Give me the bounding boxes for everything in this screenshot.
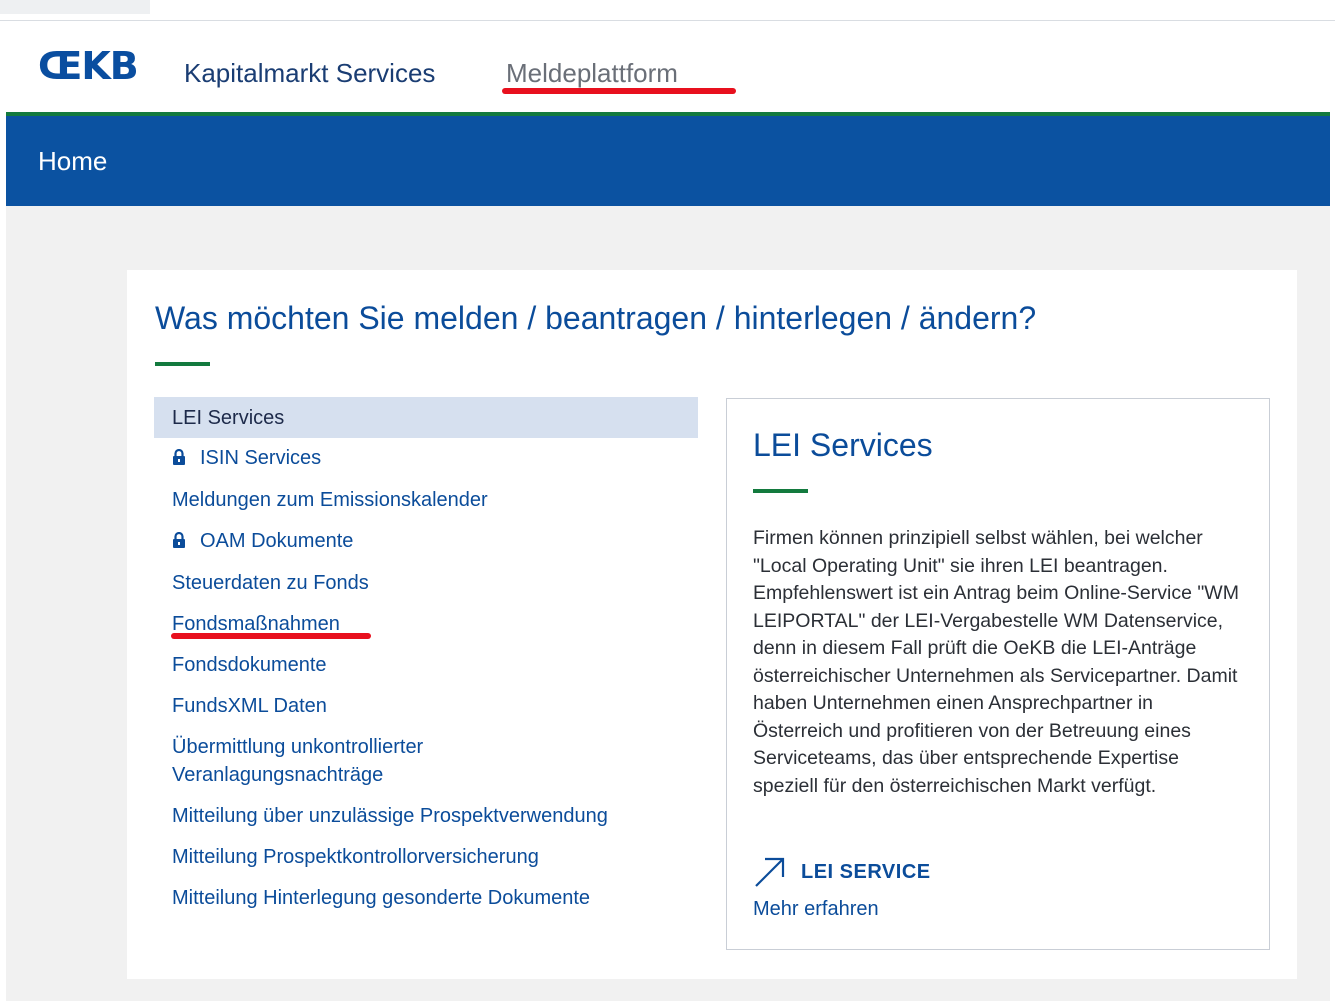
home-link[interactable]: Home: [38, 146, 107, 176]
menu-item-isin-services[interactable]: ISIN Services: [154, 438, 698, 480]
menu-item-label: Übermittlung unkontrollierter Veranlagun…: [172, 736, 424, 786]
home-bar: Home: [6, 116, 1330, 206]
menu-item-prospektverwendung[interactable]: Mitteilung über unzulässige Prospektverw…: [154, 796, 698, 837]
info-description: Firmen können prinzipiell selbst wählen,…: [753, 527, 1239, 797]
menu-item-steuerdaten[interactable]: Steuerdaten zu Fonds: [154, 563, 698, 604]
info-title: LEI Services: [753, 427, 933, 463]
menu-item-label: ISIN Services: [200, 447, 322, 469]
lei-service-link[interactable]: LEI SERVICE: [753, 855, 931, 889]
oekb-logo[interactable]: ŒKB: [38, 44, 139, 88]
menu-item-label: Mitteilung über unzulässige Prospektverw…: [172, 805, 608, 827]
info-accent-line: [753, 489, 808, 493]
menu-item-label: FundsXML Daten: [172, 695, 327, 717]
mehr-erfahren-link[interactable]: Mehr erfahren: [753, 895, 879, 923]
lei-services-info-panel: LEI Services Firmen können prinzipiell s…: [726, 398, 1270, 950]
menu-item-uebermittlung-veranlagungsnachtraege[interactable]: Übermittlung unkontrollierter Veranlagun…: [154, 727, 472, 796]
site-header: ŒKB Kapitalmarkt Services Meldeplattform: [6, 22, 1330, 112]
menu-item-label: Steuerdaten zu Fonds: [172, 572, 369, 594]
title-accent-line: [155, 362, 210, 366]
nav-meldeplattform[interactable]: Meldeplattform: [506, 58, 678, 88]
oekb-logo-text: ŒKB: [38, 44, 139, 88]
menu-item-hinterlegung-dokumente[interactable]: Mitteilung Hinterlegung gesonderte Dokum…: [154, 878, 698, 919]
lei-service-link-label: LEI SERVICE: [801, 860, 931, 883]
lock-icon: [172, 528, 188, 556]
menu-item-fundsxml-daten[interactable]: FundsXML Daten: [154, 686, 698, 727]
lock-icon: [172, 445, 188, 473]
main-card: Was möchten Sie melden / beantragen / hi…: [127, 270, 1297, 979]
menu-item-label: LEI Services: [172, 407, 285, 429]
menu-item-label: Meldungen zum Emissionskalender: [172, 489, 488, 511]
menu-item-lei-services[interactable]: LEI Services: [154, 397, 698, 438]
menu-item-label: Fondsmaßnahmen: [172, 613, 340, 635]
menu-item-label: Fondsdokumente: [172, 654, 327, 676]
menu-item-label: Mitteilung Hinterlegung gesonderte Dokum…: [172, 887, 591, 909]
menu-item-oam-dokumente[interactable]: OAM Dokumente: [154, 521, 698, 563]
arrow-up-right-icon: [753, 855, 787, 889]
menu-item-label: Mitteilung Prospektkontrollorversicherun…: [172, 846, 539, 868]
red-annotation-underline: [502, 88, 736, 94]
page-title: Was möchten Sie melden / beantragen / hi…: [155, 300, 1037, 336]
browser-top-strip: [0, 0, 1335, 22]
menu-item-prospektkontrollorversicherung[interactable]: Mitteilung Prospektkontrollorversicherun…: [154, 837, 698, 878]
browser-tab: [0, 0, 150, 14]
menu-item-emissionskalender[interactable]: Meldungen zum Emissionskalender: [154, 480, 698, 521]
menu-item-label: OAM Dokumente: [200, 530, 354, 552]
red-annotation-underline: [171, 633, 371, 639]
service-menu: LEI Services ISIN Services Meldungen zum…: [154, 397, 698, 919]
menu-item-fondsdokumente[interactable]: Fondsdokumente: [154, 645, 698, 686]
nav-kapitalmarkt-services[interactable]: Kapitalmarkt Services: [184, 58, 435, 88]
top-divider: [0, 20, 1335, 21]
